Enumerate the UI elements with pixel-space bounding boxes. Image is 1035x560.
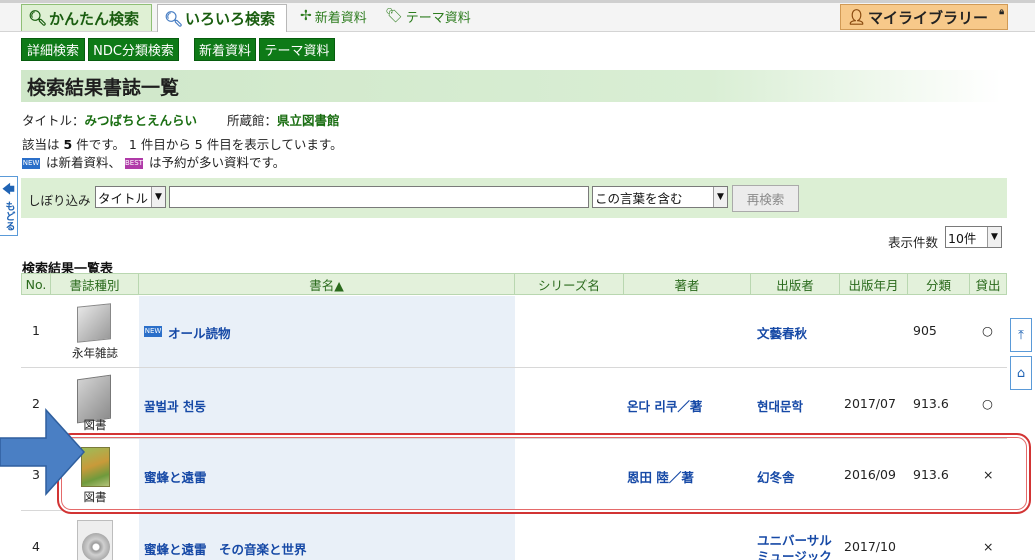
tab-simple-search-label: かんたん検索 <box>49 9 140 28</box>
cd-icon <box>77 520 113 560</box>
research-button[interactable]: 再検索 <box>732 185 799 212</box>
disc-shape <box>82 533 110 560</box>
criteria-title-label: タイトル： <box>22 113 85 128</box>
filter-label: しぼり込み <box>28 193 91 208</box>
filter-match-select[interactable]: この言葉を含む ▼ <box>592 186 728 208</box>
filter-bar: しぼり込み タイトル ▼ この言葉を含む ▼ 再検索 <box>21 178 1007 218</box>
row-divider <box>21 367 1007 368</box>
legend-best-text: は予約が多い資料です。 <box>148 155 286 170</box>
tab-various-search[interactable]: 🔍︎ いろいろ検索 <box>157 4 287 32</box>
filter-match-value: この言葉を含む <box>595 190 683 206</box>
per-page-value: 10件 <box>948 230 977 246</box>
legend-new-text: は新着資料、 <box>45 155 121 170</box>
highlight-frame <box>57 433 1031 514</box>
tab-various-search-label: いろいろ検索 <box>185 10 276 28</box>
summary-prefix: 該当は <box>22 137 60 152</box>
home-button[interactable]: ⌂ <box>1010 356 1032 390</box>
theme-materials-button[interactable]: テーマ資料 <box>259 38 335 61</box>
chevron-down-icon: ▼ <box>987 227 1001 247</box>
nav-link-new-materials[interactable]: ✢ 新着資料 <box>300 6 367 26</box>
new-materials-button[interactable]: 新着資料 <box>194 38 256 61</box>
back-label: もどる <box>3 201 14 231</box>
column-header-class[interactable]: 分類 <box>908 273 970 295</box>
column-header-author[interactable]: 著者 <box>624 273 751 295</box>
per-page-select[interactable]: 10件 ▼ <box>945 226 1002 248</box>
filter-field-value: タイトル <box>98 190 149 206</box>
criteria-holding-label: 所蔵館： <box>227 113 278 128</box>
column-header-title[interactable]: 書名▲ <box>139 273 515 295</box>
arrow-up-to-top-icon: ⤒ <box>1018 327 1024 343</box>
filter-field-select[interactable]: タイトル ▼ <box>95 186 166 208</box>
magazine-icon <box>77 303 111 343</box>
loan-status: ○ <box>982 396 993 411</box>
result-title-link[interactable]: オール読物 <box>168 323 231 342</box>
result-summary: 該当は 5 件です。 1 件目から 5 件目を表示しています。 <box>22 134 343 153</box>
publisher-link[interactable]: 현대문학 <box>757 396 803 415</box>
new-badge-text: NEW <box>144 326 162 337</box>
loan-status: ○ <box>982 323 993 338</box>
classification: 913.6 <box>913 396 949 411</box>
author-link[interactable]: 온다 리쿠／著 <box>627 396 702 415</box>
back-button[interactable]: 🡄︎ もどる <box>0 176 18 236</box>
summary-suffix: 件です。 1 件目から 5 件目を表示しています。 <box>76 137 343 152</box>
scroll-top-button[interactable]: ⤒ <box>1010 318 1032 352</box>
classification: 905 <box>913 323 937 338</box>
result-count: 5 <box>63 137 73 152</box>
column-header-publisher[interactable]: 出版者 <box>751 273 840 295</box>
search-icon: 🔍︎ <box>28 9 48 27</box>
arrow-left-icon: 🡄︎ <box>2 182 15 196</box>
sparkle-icon: ✢ <box>300 8 312 24</box>
user-icon: 👤︎ <box>847 8 867 26</box>
ndc-search-button[interactable]: NDC分類検索 <box>88 38 179 61</box>
per-page-label: 表示件数 <box>888 235 939 250</box>
filter-keyword-input[interactable] <box>169 186 589 208</box>
my-library-label: マイライブラリー <box>868 8 989 27</box>
new-badge-icon: NEW <box>144 323 164 338</box>
publisher-link-line2[interactable]: ミュージック <box>757 546 832 560</box>
loan-status: × <box>983 539 994 554</box>
chevron-down-icon: ▼ <box>151 187 165 207</box>
criteria-title-value: みつばちとえんらい <box>84 113 198 128</box>
badge-legend: NEW は新着資料、 BEST は予約が多い資料です。 <box>22 152 285 171</box>
best-badge-icon: BEST <box>124 158 143 169</box>
nav-link-new-materials-label: 新着資料 <box>314 10 367 26</box>
material-type: 永年雑誌 <box>72 346 118 360</box>
row-number: 4 <box>32 539 40 554</box>
top-border <box>0 0 1035 3</box>
chevron-down-icon: ▼ <box>713 187 727 207</box>
detail-search-button[interactable]: 詳細検索 <box>21 38 85 61</box>
publisher-link[interactable]: 文藝春秋 <box>757 323 807 342</box>
criteria-holding-value: 県立図書館 <box>277 113 340 128</box>
row-number: 1 <box>32 323 40 338</box>
my-library-button[interactable]: 👤︎ マイライブラリー 🔒︎ <box>840 4 1008 30</box>
search-icon: 🔍︎ <box>164 9 184 28</box>
home-icon: ⌂ <box>1016 365 1026 381</box>
publication-date: 2017/07 <box>844 396 896 411</box>
result-title-link[interactable]: 꿀벌과 천둥 <box>144 396 206 415</box>
column-header-date[interactable]: 出版年月 <box>840 273 908 295</box>
tab-simple-search[interactable]: 🔍︎ かんたん検索 <box>21 4 152 31</box>
tag-icon: 🏷︎ <box>385 8 403 24</box>
nav-link-theme-materials-label: テーマ資料 <box>405 10 471 26</box>
lock-icon: 🔒︎ <box>999 7 1004 17</box>
search-criteria: タイトル：みつばちとえんらい 所蔵館：県立図書館 <box>22 110 340 129</box>
publication-date: 2017/10 <box>844 539 896 554</box>
new-badge-icon: NEW <box>22 158 40 169</box>
column-header-loan: 貸出 <box>970 273 1007 295</box>
column-header-type: 書誌種別 <box>51 273 139 295</box>
nav-link-theme-materials[interactable]: 🏷︎ テーマ資料 <box>385 6 471 26</box>
page-title: 検索結果書誌一覧 <box>21 70 1001 102</box>
annotation-arrow-icon <box>0 408 86 496</box>
result-title-link[interactable]: 蜜蜂と遠雷 その音楽と世界 <box>144 539 307 558</box>
column-header-series[interactable]: シリーズ名 <box>515 273 624 295</box>
column-header-no: No. <box>21 273 51 295</box>
